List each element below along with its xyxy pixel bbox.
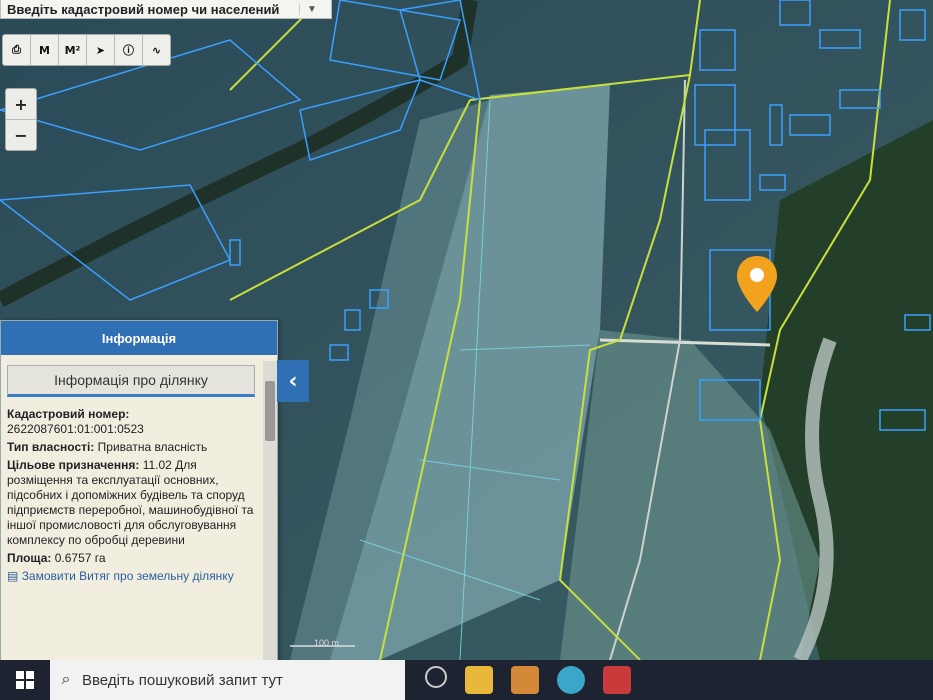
browser-icon[interactable] <box>557 666 585 694</box>
info-icon[interactable]: ⓘ <box>115 35 143 65</box>
map-toolbar: ⎙ M M² ➤ ⓘ ∿ <box>2 34 171 66</box>
print-icon[interactable]: ⎙ <box>3 35 31 65</box>
scale-label: 100 m <box>314 638 339 648</box>
search-dropdown-icon[interactable]: ▼ <box>299 3 324 15</box>
zoom-in-button[interactable]: + <box>6 89 36 120</box>
document-icon: ▤ <box>7 569 19 583</box>
info-panel-title: Інформація <box>1 321 277 355</box>
order-extract-link[interactable]: Замовити Витяг про земельну ділянку <box>22 569 234 583</box>
windows-start-icon[interactable] <box>0 660 50 700</box>
area-value: 0.6757 га <box>54 551 106 565</box>
collapse-panel-button[interactable]: ‹ <box>277 360 309 402</box>
route-icon[interactable]: ∿ <box>143 35 170 65</box>
search-box[interactable]: ▼ <box>0 0 332 19</box>
cadastral-label: Кадастровий номер: <box>7 407 130 421</box>
zoom-control: + − <box>5 88 37 151</box>
search-input[interactable] <box>1 0 299 18</box>
app-icon[interactable] <box>511 666 539 694</box>
cadastral-value: 2622087601:01:001:0523 <box>7 422 144 436</box>
purpose-label: Цільове призначення: <box>7 458 140 472</box>
taskbar-search-placeholder: Введіть пошуковий запит тут <box>82 671 283 689</box>
taskbar: ⌕ Введіть пошуковий запит тут <box>0 660 933 700</box>
file-explorer-icon[interactable] <box>465 666 493 694</box>
measure-area-icon[interactable]: M² <box>59 35 87 65</box>
search-icon: ⌕ <box>61 671 71 688</box>
parcel-info-button[interactable]: Інформація про ділянку <box>7 365 255 397</box>
task-view-icon[interactable] <box>425 666 447 688</box>
ownership-value: Приватна власність <box>97 440 208 454</box>
scrollbar-thumb[interactable] <box>265 381 275 441</box>
ownership-label: Тип власності: <box>7 440 95 454</box>
taskbar-search[interactable]: ⌕ Введіть пошуковий запит тут <box>50 660 405 700</box>
measure-line-icon[interactable]: M <box>31 35 59 65</box>
zoom-out-button[interactable]: − <box>6 120 36 150</box>
panel-scrollbar[interactable] <box>263 361 277 661</box>
pointer-icon[interactable]: ➤ <box>87 35 115 65</box>
area-label: Площа: <box>7 551 52 565</box>
app-icon-red[interactable] <box>603 666 631 694</box>
info-panel: Інформація Інформація про ділянку Кадаст… <box>0 320 278 662</box>
